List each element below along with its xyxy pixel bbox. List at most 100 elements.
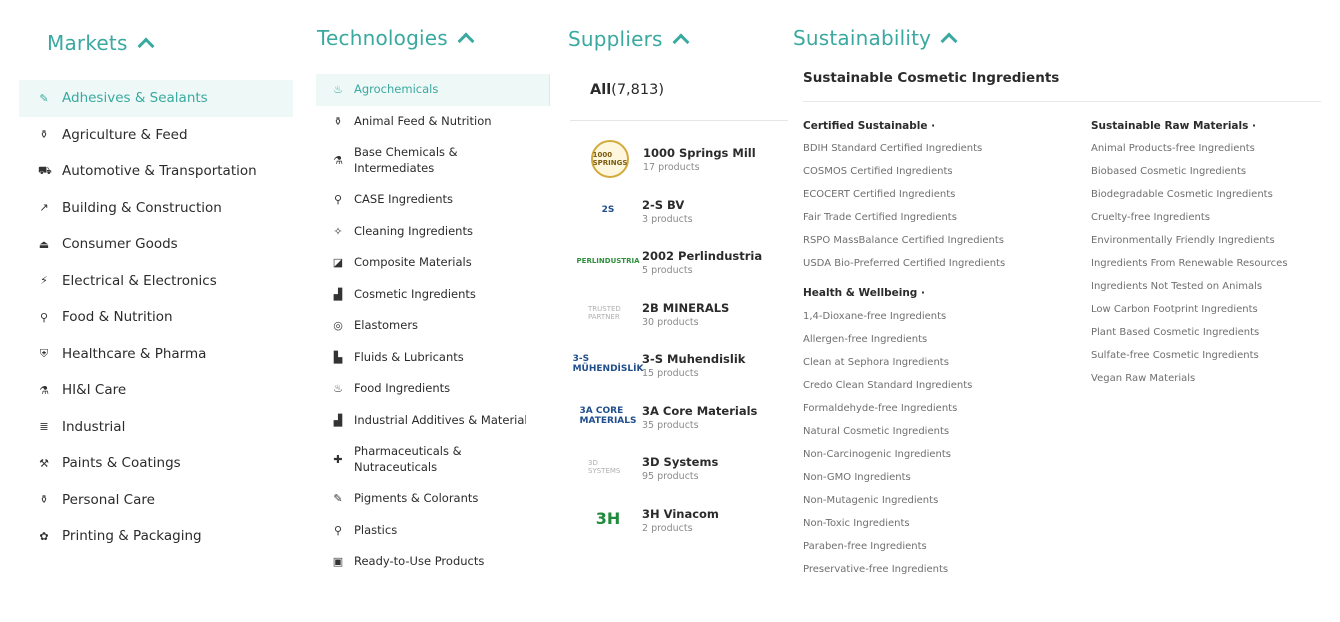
technology-item-pharmaceuticals-nutraceuticals[interactable]: ✚ Pharmaceuticals & Nutraceuticals	[316, 436, 550, 483]
sustainability-link[interactable]: Non-Toxic Ingredients	[803, 517, 1073, 540]
sustainability-link[interactable]: Formaldehyde-free Ingredients	[803, 402, 1073, 425]
sustainability-link[interactable]: Preservative-free Ingredients	[803, 563, 1073, 586]
supplier-name: 2-S BV	[642, 197, 685, 212]
healthcare-pharma-icon: ⛨	[39, 346, 49, 360]
markets-title: Markets	[47, 31, 128, 55]
supplier-item-2002-perlindustria[interactable]: PERLINDUSTRIA 2002 Perlindustria 5 product…	[577, 241, 788, 293]
sustainability-link[interactable]: Sulfate-free Cosmetic Ingredients	[1091, 349, 1340, 372]
market-item-food-nutrition[interactable]: ⚲ Food & Nutrition	[19, 299, 293, 336]
supplier-name: 2B MINERALS	[642, 300, 730, 315]
sustainability-link[interactable]: Biobased Cosmetic Ingredients	[1091, 165, 1340, 188]
market-item-label: Paints & Coatings	[62, 455, 181, 472]
sustainability-link[interactable]: Plant Based Cosmetic Ingredients	[1091, 326, 1340, 349]
sustainability-link[interactable]: Paraben-free Ingredients	[803, 540, 1073, 563]
sustainability-link[interactable]: Animal Products-free Ingredients	[1091, 142, 1340, 165]
consumer-goods-icon: ⏏	[38, 237, 50, 251]
supplier-info: 3A Core Materials 35 products	[642, 396, 757, 431]
sustainability-link[interactable]: Allergen-free Ingredients	[803, 333, 1073, 356]
technologies-heading[interactable]: Technologies	[317, 26, 475, 50]
sustainability-link[interactable]: Non-Carcinogenic Ingredients	[803, 448, 1073, 471]
technology-item-elastomers[interactable]: ◎ Elastomers	[316, 310, 550, 342]
supplier-item-2b-minerals[interactable]: TRUSTED PARTNER 2B MINERALS 30 products	[588, 293, 788, 345]
sustainability-group-title[interactable]: Certified Sustainable ·	[803, 119, 1073, 142]
technology-item-label: Animal Feed & Nutrition	[354, 113, 492, 128]
market-item-industrial[interactable]: ≣ Industrial	[19, 409, 293, 446]
hi-i-care-icon: ⚗	[39, 383, 49, 397]
supplier-item-2-s-bv[interactable]: 2S 2-S BV 3 products	[588, 190, 788, 242]
suppliers-heading[interactable]: Suppliers	[568, 27, 690, 51]
technology-item-animal-feed-nutrition[interactable]: ⚱ Animal Feed & Nutrition	[316, 106, 550, 138]
technology-item-pigments-colorants[interactable]: ✎ Pigments & Colorants	[316, 483, 550, 515]
market-item-consumer-goods[interactable]: ⏏ Consumer Goods	[19, 226, 293, 263]
technology-item-fluids-lubricants[interactable]: ▙ Fluids & Lubricants	[316, 342, 550, 374]
supplier-item-3a-core-materials[interactable]: 3A CORE MATERIALS 3A Core Materials 35 pro…	[580, 396, 788, 448]
market-item-label: Personal Care	[62, 491, 155, 508]
technology-item-food-ingredients[interactable]: ♨ Food Ingredients	[316, 373, 550, 405]
technology-item-composite-materials[interactable]: ◪ Composite Materials	[316, 247, 550, 279]
suppliers-all-link[interactable]: All(7,813)	[590, 82, 664, 98]
sustainability-link[interactable]: Non-GMO Ingredients	[803, 471, 1073, 494]
sustainability-link[interactable]: Clean at Sephora Ingredients	[803, 356, 1073, 379]
market-item-electrical-electronics[interactable]: ⚡ Electrical & Electronics	[19, 263, 293, 300]
sustainability-link[interactable]: COSMOS Certified Ingredients	[803, 165, 1073, 188]
technologies-title: Technologies	[317, 26, 448, 50]
sustainability-link[interactable]: RSPO MassBalance Certified Ingredients	[803, 234, 1073, 257]
market-item-label: Healthcare & Pharma	[62, 345, 207, 362]
technology-item-cleaning-ingredients[interactable]: ✧ Cleaning Ingredients	[316, 216, 550, 248]
supplier-item-3h-vinacom[interactable]: 3H 3H Vinacom 2 products	[588, 499, 788, 551]
fluids-lubricants-icon: ▙	[333, 350, 343, 364]
technology-item-label: Cleaning Ingredients	[354, 223, 473, 238]
market-item-personal-care[interactable]: ⚱ Personal Care	[19, 482, 293, 519]
sustainability-link[interactable]: Credo Clean Standard Ingredients	[803, 379, 1073, 402]
technology-item-agrochemicals[interactable]: ♨ Agrochemicals	[316, 74, 550, 106]
sustainability-link[interactable]: Vegan Raw Materials	[1091, 372, 1340, 395]
supplier-product-count: 15 products	[642, 368, 699, 379]
technology-item-ready-to-use-products[interactable]: ▣ Ready-to-Use Products	[316, 546, 550, 578]
supplier-logo: 2S	[601, 204, 615, 215]
technology-item-industrial-additives-materials[interactable]: ▟ Industrial Additives & Materials	[316, 405, 550, 437]
market-item-building-construction[interactable]: ↗ Building & Construction	[19, 190, 293, 227]
sustainability-link[interactable]: Ingredients From Renewable Resources	[1091, 257, 1340, 280]
sustainability-column-1: Certified Sustainable · BDIH Standard Cer…	[803, 119, 1073, 586]
market-item-label: Industrial	[62, 418, 126, 435]
supplier-item-3d-systems[interactable]: 3D SYSTEMS 3D Systems 95 products	[588, 447, 788, 499]
supplier-item-1000-springs-mill[interactable]: 1000 SPRINGS 1000 Springs Mill 17 products	[588, 138, 788, 190]
technology-item-case-ingredients[interactable]: ⚲ CASE Ingredients	[316, 184, 550, 216]
sustainability-link[interactable]: Environmentally Friendly Ingredients	[1091, 234, 1340, 257]
suppliers-list: 1000 SPRINGS 1000 Springs Mill 17 products…	[573, 138, 788, 551]
market-item-adhesives-sealants[interactable]: ✎ Adhesives & Sealants	[19, 80, 293, 117]
sustainability-link[interactable]: Fair Trade Certified Ingredients	[803, 211, 1073, 234]
sustainability-column-2: Sustainable Raw Materials · Animal Produc…	[1091, 119, 1340, 395]
sustainability-link[interactable]: Biodegradable Cosmetic Ingredients	[1091, 188, 1340, 211]
market-item-paints-coatings[interactable]: ⚒ Paints & Coatings	[19, 445, 293, 482]
sustainability-link[interactable]: BDIH Standard Certified Ingredients	[803, 142, 1073, 165]
market-item-automotive-transportation[interactable]: ⛟ Automotive & Transportation	[19, 153, 293, 190]
sustainability-link[interactable]: Low Carbon Footprint Ingredients	[1091, 303, 1340, 326]
market-item-hi-i-care[interactable]: ⚗ HI&I Care	[19, 372, 293, 409]
market-item-healthcare-pharma[interactable]: ⛨ Healthcare & Pharma	[19, 336, 293, 373]
sustainability-link[interactable]: Cruelty-free Ingredients	[1091, 211, 1340, 234]
sustainability-link[interactable]: ECOCERT Certified Ingredients	[803, 188, 1073, 211]
sustainability-link[interactable]: USDA Bio-Preferred Certified Ingredients	[803, 257, 1073, 280]
sustainability-group-title[interactable]: Sustainable Raw Materials ·	[1091, 119, 1340, 142]
sustainability-section-title[interactable]: Sustainable Cosmetic Ingredients	[803, 70, 1059, 86]
sustainability-link[interactable]: Natural Cosmetic Ingredients	[803, 425, 1073, 448]
technology-item-plastics[interactable]: ⚲ Plastics	[316, 515, 550, 547]
supplier-name: 3H Vinacom	[642, 506, 719, 521]
markets-heading[interactable]: Markets	[47, 31, 155, 55]
technology-item-cosmetic-ingredients[interactable]: ▟ Cosmetic Ingredients	[316, 279, 550, 311]
market-item-printing-packaging[interactable]: ✿ Printing & Packaging	[19, 518, 293, 555]
technology-item-label: Food Ingredients	[354, 381, 451, 395]
sustainability-link[interactable]: Ingredients Not Tested on Animals	[1091, 280, 1340, 303]
sustainability-link[interactable]: 1,4-Dioxane-free Ingredients	[803, 310, 1073, 333]
cleaning-ingredients-icon: ✧	[333, 224, 343, 238]
market-item-agriculture-feed[interactable]: ⚱ Agriculture & Feed	[19, 117, 293, 154]
supplier-item-3-s-muhendislik[interactable]: 3-S MÜHENDİSLİK 3-S Muhendislik 15 product…	[573, 344, 788, 396]
technology-item-label: Fluids & Lubricants	[354, 349, 464, 364]
sustainability-link[interactable]: Non-Mutagenic Ingredients	[803, 494, 1073, 517]
sustainability-heading[interactable]: Sustainability	[793, 26, 958, 50]
agrochemicals-icon: ♨	[333, 83, 343, 96]
technology-item-base-chemicals-intermediates[interactable]: ⚗ Base Chemicals & Intermediates	[316, 137, 550, 184]
sustainability-group-title[interactable]: Health & Wellbeing ·	[803, 286, 1073, 310]
supplier-info: 3-S Muhendislik 15 products	[642, 344, 745, 379]
